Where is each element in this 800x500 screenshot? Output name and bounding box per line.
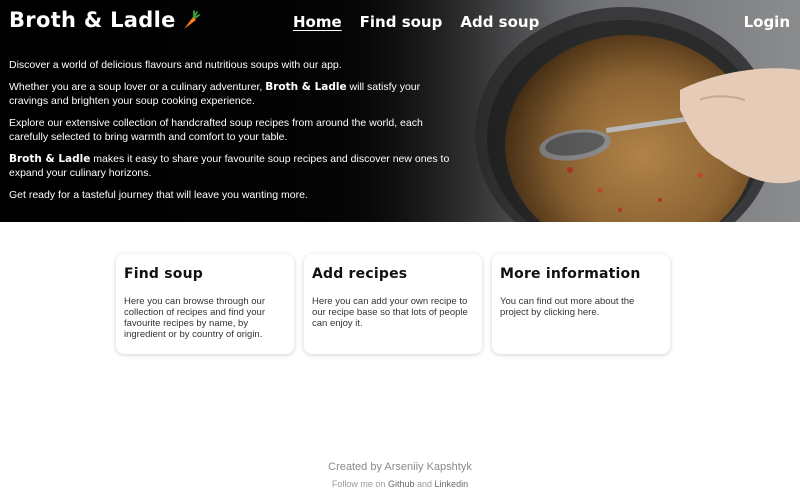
- footer-created-by: Created by Arseniiy Kapshtyk: [328, 461, 472, 473]
- footer: Created by Arseniiy Kapshtyk Follow me o…: [0, 461, 800, 489]
- nav-home[interactable]: Home: [293, 13, 342, 31]
- card-text: Here you can browse through our collecti…: [124, 296, 265, 340]
- intro-paragraph-4: Broth & Ladle makes it easy to share you…: [9, 152, 459, 180]
- intro-p4-brand: Broth & Ladle: [9, 153, 91, 165]
- footer-and: and: [417, 479, 433, 489]
- nav-add-soup[interactable]: Add soup: [460, 13, 539, 31]
- nav-find-soup[interactable]: Find soup: [360, 13, 443, 31]
- card-find-soup[interactable]: Find soup Here you can browse through ou…: [116, 254, 294, 354]
- feature-cards: Find soup Here you can browse through ou…: [116, 254, 670, 354]
- login-link[interactable]: Login: [744, 13, 790, 31]
- footer-follow: Follow me on Github and Linkedin: [0, 479, 800, 489]
- intro-paragraph-5: Get ready for a tasteful journey that wi…: [9, 189, 308, 201]
- main-nav: Home Find soup Add soup: [293, 13, 539, 31]
- github-link[interactable]: Github: [388, 479, 415, 489]
- card-text: You can find out more about the project …: [500, 296, 635, 318]
- intro-p2-before: Whether you are a soup lover or a culina…: [9, 81, 263, 93]
- footer-follow-prefix: Follow me on: [331, 479, 386, 489]
- intro-paragraph-1: Discover a world of delicious flavours a…: [9, 59, 342, 71]
- card-title: Add recipes: [312, 266, 408, 282]
- hero-banner: Broth & Ladle Home Find soup Add soup Lo…: [0, 0, 800, 222]
- brand-logo[interactable]: Broth & Ladle: [9, 8, 200, 32]
- intro-text: Discover a world of delicious flavours a…: [9, 58, 459, 210]
- intro-paragraph-2: Whether you are a soup lover or a culina…: [9, 80, 459, 108]
- carrot-icon: [183, 10, 200, 29]
- card-text: Here you can add your own recipe to our …: [312, 296, 468, 329]
- card-add-recipes[interactable]: Add recipes Here you can add your own re…: [304, 254, 482, 354]
- brand-name: Broth & Ladle: [9, 8, 176, 32]
- card-title: More information: [500, 266, 641, 282]
- intro-p2-brand: Broth & Ladle: [265, 81, 347, 93]
- intro-paragraph-3: Explore our extensive collection of hand…: [9, 117, 423, 143]
- card-title: Find soup: [124, 266, 203, 282]
- linkedin-link[interactable]: Linkedin: [435, 479, 469, 489]
- card-more-information[interactable]: More information You can find out more a…: [492, 254, 670, 354]
